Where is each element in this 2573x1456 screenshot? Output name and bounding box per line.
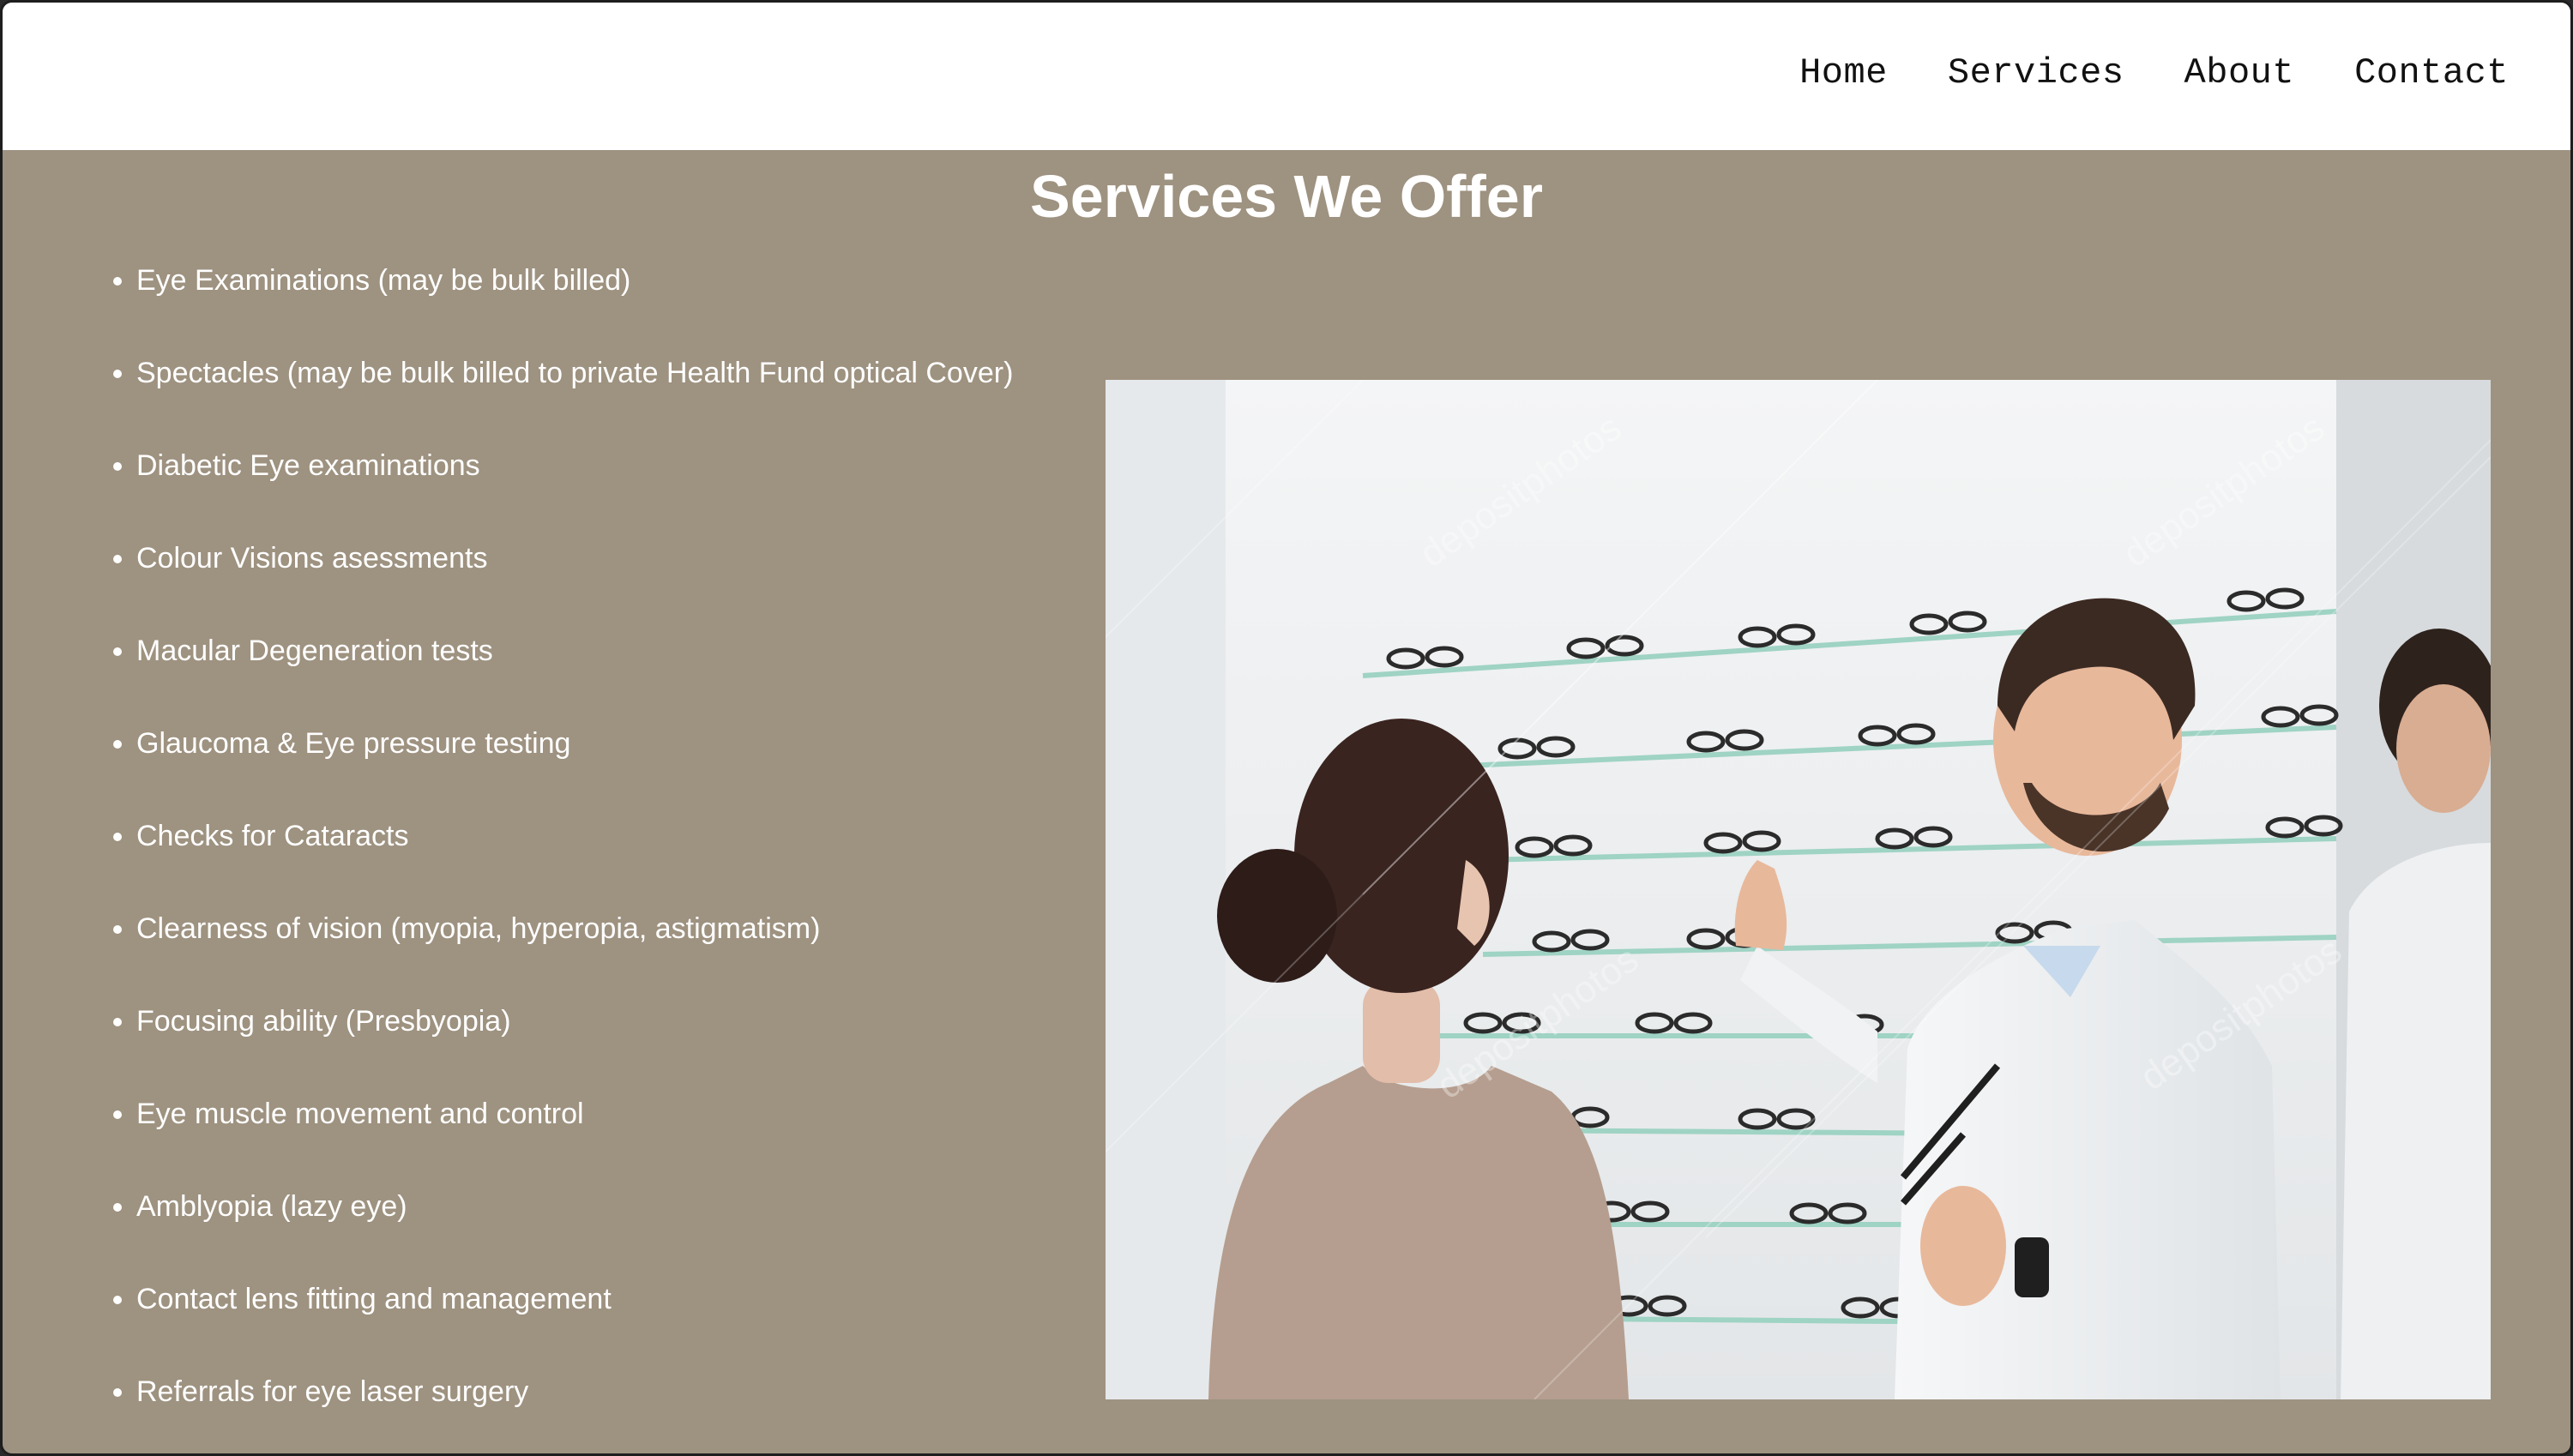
service-item: Referrals for eye laser surgery — [136, 1373, 1013, 1453]
service-item: Contact lens fitting and management — [136, 1280, 1013, 1373]
service-item: Colour Visions asessments — [136, 539, 1013, 632]
service-item: Eye muscle movement and control — [136, 1095, 1013, 1188]
browser-window: Home Services About Contact Services We … — [0, 0, 2573, 1456]
nav-link-home[interactable]: Home — [1799, 52, 1888, 93]
service-item: Clearness of vision (myopia, hyperopia, … — [136, 910, 1013, 1002]
service-item: Checks for Cataracts — [136, 817, 1013, 910]
nav-link-contact[interactable]: Contact — [2354, 52, 2509, 93]
optometrist-illustration: depositphotos depositphotos depositphoto… — [1106, 380, 2491, 1399]
nav-link-about[interactable]: About — [2184, 52, 2295, 93]
service-item: Glaucoma & Eye pressure testing — [136, 725, 1013, 817]
nav-link-services[interactable]: Services — [1948, 52, 2124, 93]
left-column — [1106, 380, 1226, 1399]
optometrist-photo: depositphotos depositphotos depositphoto… — [1106, 380, 2491, 1399]
service-item: Focusing ability (Presbyopia) — [136, 1002, 1013, 1095]
page-title: Services We Offer — [1030, 163, 1543, 230]
service-item: Macular Degeneration tests — [136, 632, 1013, 725]
nav-links: Home Services About Contact — [1799, 52, 2509, 93]
service-item: Eye Examinations (may be bulk billed) — [136, 262, 1013, 354]
service-item: Amblyopia (lazy eye) — [136, 1188, 1013, 1280]
top-navigation-bar: Home Services About Contact — [3, 3, 2570, 150]
services-list: Eye Examinations (may be bulk billed) Sp… — [104, 262, 1013, 1453]
service-item: Diabetic Eye examinations — [136, 447, 1013, 539]
service-item: Spectacles (may be bulk billed to privat… — [136, 354, 1013, 447]
